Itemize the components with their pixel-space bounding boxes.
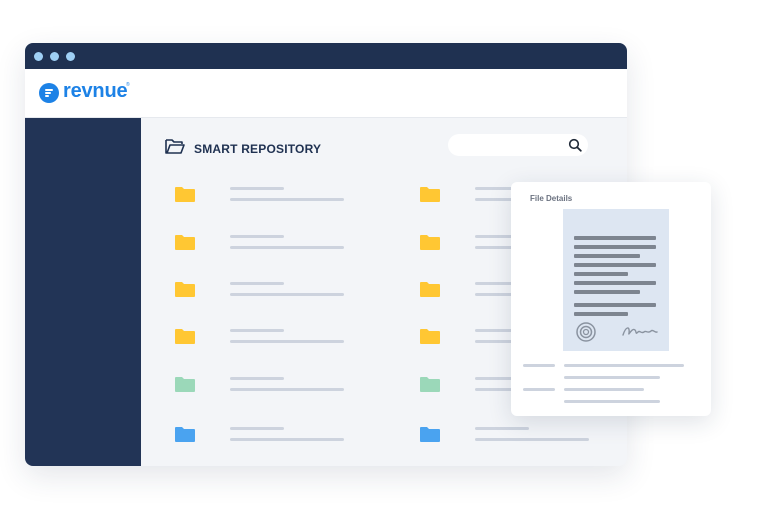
- detail-value: [564, 364, 684, 367]
- folder-icon[interactable]: [419, 281, 441, 298]
- document-text-line: [574, 245, 656, 249]
- folder-name-placeholder: [230, 377, 284, 380]
- folder-icon[interactable]: [174, 376, 196, 393]
- folder-icon[interactable]: [419, 328, 441, 345]
- page-title: SMART REPOSITORY: [194, 142, 322, 156]
- document-text-line: [574, 236, 656, 240]
- folder-icon[interactable]: [174, 186, 196, 203]
- folder-meta-placeholder: [230, 198, 344, 201]
- folder-name-placeholder: [230, 235, 284, 238]
- folder-name-placeholder: [230, 329, 284, 332]
- search-input[interactable]: [448, 134, 588, 156]
- folder-icon[interactable]: [419, 234, 441, 251]
- window-titlebar: [25, 43, 627, 69]
- detail-label: [523, 364, 555, 367]
- document-text-line: [574, 272, 628, 276]
- search-icon[interactable]: [568, 138, 582, 152]
- folder-name-placeholder: [230, 427, 284, 430]
- sidebar: [25, 118, 141, 466]
- folder-icon[interactable]: [419, 186, 441, 203]
- window-control-dot[interactable]: [34, 52, 43, 61]
- detail-label: [523, 388, 555, 391]
- detail-value: [564, 400, 660, 403]
- folder-name-placeholder: [230, 282, 284, 285]
- document-text-line: [574, 281, 656, 285]
- window-control-dot[interactable]: [50, 52, 59, 61]
- folder-meta-placeholder: [230, 438, 344, 441]
- window-control-dot[interactable]: [66, 52, 75, 61]
- folder-meta-placeholder: [230, 246, 344, 249]
- file-details-card: File Details: [511, 182, 711, 416]
- folder-name-placeholder: [230, 187, 284, 190]
- document-text-line: [574, 290, 640, 294]
- document-text-line: [574, 303, 656, 307]
- folder-meta-placeholder: [230, 340, 344, 343]
- logo-trademark: ®: [126, 82, 130, 88]
- folder-meta-placeholder: [230, 388, 344, 391]
- folder-name-placeholder: [475, 427, 529, 430]
- folder-icon[interactable]: [419, 376, 441, 393]
- folder-icon[interactable]: [174, 426, 196, 443]
- document-preview[interactable]: [563, 209, 669, 351]
- detail-value: [564, 388, 644, 391]
- document-text-line: [574, 254, 640, 258]
- folder-icon[interactable]: [174, 328, 196, 345]
- file-details-title: File Details: [530, 194, 573, 203]
- folder-meta-placeholder: [230, 293, 344, 296]
- signature-icon: [622, 327, 658, 336]
- folder-icon[interactable]: [174, 281, 196, 298]
- folder-open-icon: [165, 139, 185, 154]
- detail-value: [564, 376, 660, 379]
- folder-icon[interactable]: [174, 234, 196, 251]
- folder-icon[interactable]: [419, 426, 441, 443]
- logo-text[interactable]: revnue: [63, 80, 128, 103]
- document-text-line: [574, 263, 656, 267]
- revnue-logo-icon[interactable]: [39, 83, 59, 103]
- folder-meta-placeholder: [475, 438, 589, 441]
- seal-icon: [576, 322, 596, 342]
- app-header: revnue ®: [25, 69, 627, 118]
- document-text-line: [574, 312, 628, 316]
